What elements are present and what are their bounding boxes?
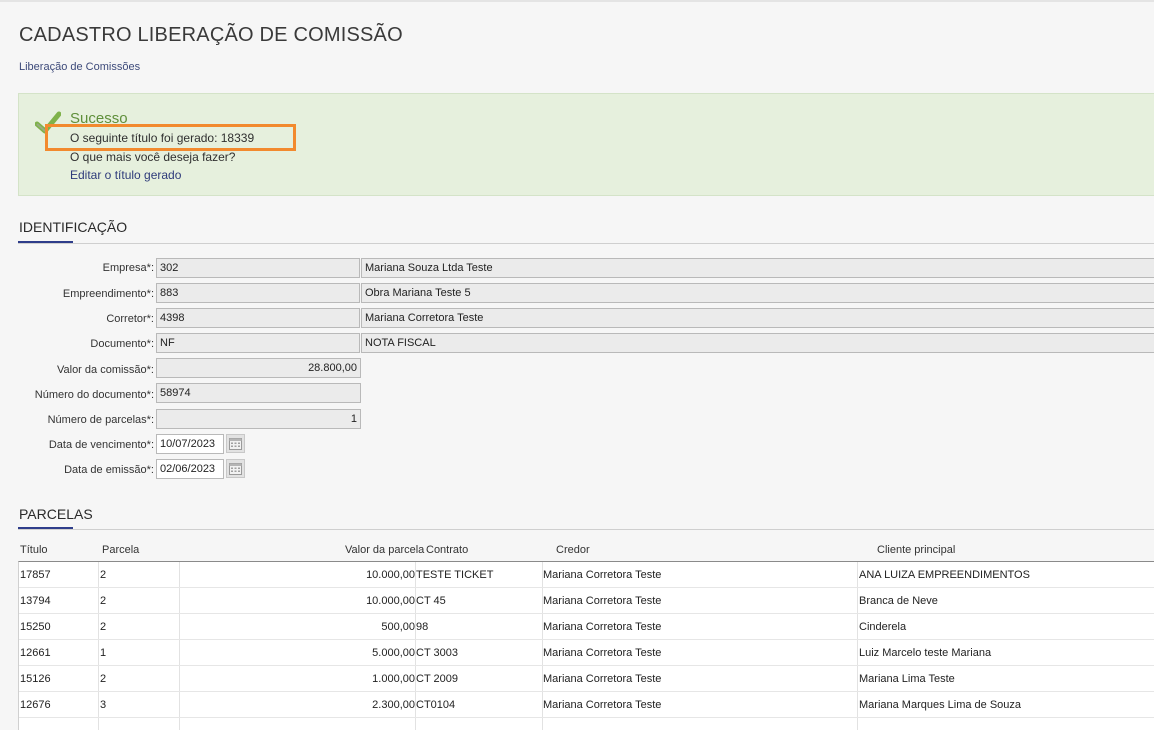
cell-parcela: 1 [100, 647, 107, 659]
column-header-parcela[interactable]: Parcela [102, 544, 139, 556]
page-title: CADASTRO LIBERAÇÃO DE COMISSÃO [19, 24, 403, 46]
alert-question: O que mais você deseja fazer? [70, 150, 236, 164]
data-emissao-field[interactable]: 02/06/2023 [156, 459, 224, 479]
parcelas-grid: 17857 2 10.000,00 TESTE TICKET Mariana C… [18, 561, 1154, 730]
section-title-identificacao: IDENTIFICAÇÃO [19, 219, 128, 235]
column-header-titulo[interactable]: Título [20, 544, 48, 556]
table-row[interactable]: 15126 2 1.000,00 CT 2009 Mariana Correto… [19, 666, 1154, 692]
cell-valor: 10.000,00 [366, 595, 415, 607]
column-header-cliente[interactable]: Cliente principal [877, 544, 955, 556]
section-title-parcelas: PARCELAS [19, 506, 93, 522]
data-emissao-label: Data de emissão*: [64, 464, 154, 476]
cell-valor: 500,00 [381, 621, 415, 633]
edit-title-link[interactable]: Editar o título gerado [70, 168, 181, 182]
cell-credor: Mariana Corretora Teste [543, 673, 662, 685]
cell-titulo: 12661 [20, 647, 51, 659]
corretor-label: Corretor*: [106, 313, 154, 325]
cell-credor: Mariana Corretora Teste [543, 647, 662, 659]
documento-code-field[interactable]: NF [156, 333, 360, 353]
documento-label: Documento*: [90, 338, 154, 350]
table-row[interactable]: 17857 2 10.000,00 TESTE TICKET Mariana C… [19, 562, 1154, 588]
cell-cliente: Cinderela [859, 621, 907, 633]
breadcrumb[interactable]: Liberação de Comissões [19, 61, 140, 73]
table-row[interactable]: 13794 2 10.000,00 CT 45 Mariana Corretor… [19, 588, 1154, 614]
table-row[interactable]: 15250 2 500,00 98 Mariana Corretora Test… [19, 614, 1154, 640]
cell-valor: 1.000,00 [372, 673, 415, 685]
valor-comissao-label: Valor da comissão*: [56, 364, 154, 376]
highlight-box [45, 124, 296, 151]
cell-contrato: 98 [416, 621, 429, 633]
cell-contrato: CT 2009 [416, 673, 458, 685]
section-divider [18, 529, 1154, 530]
empresa-desc-field[interactable]: Mariana Souza Ltda Teste [361, 258, 1154, 278]
cell-credor: Mariana Corretora Teste [543, 569, 662, 581]
empreendimento-label: Empreendimento*: [62, 288, 154, 300]
empresa-code-field[interactable]: 302 [156, 258, 360, 278]
cell-contrato: CT 3003 [416, 647, 458, 659]
empreendimento-desc-field[interactable]: Obra Mariana Teste 5 [361, 283, 1154, 303]
documento-desc-field[interactable]: NOTA FISCAL [361, 333, 1154, 353]
table-row[interactable]: 12661 1 5.000,00 CT 3003 Mariana Correto… [19, 640, 1154, 666]
numero-parcelas-label: Número de parcelas*: [47, 414, 154, 426]
cell-cliente: Branca de Neve [859, 595, 938, 607]
valor-comissao-field[interactable]: 28.800,00 [156, 358, 361, 378]
cell-cliente: Luiz Marcelo teste Mariana [859, 647, 992, 659]
column-header-credor[interactable]: Credor [556, 544, 590, 556]
cell-cliente: Mariana Marques Lima de Souza [859, 699, 1022, 711]
cell-titulo: 12676 [20, 699, 51, 711]
success-alert: Sucesso O seguinte título foi gerado: 18… [18, 93, 1154, 196]
column-header-valor[interactable]: Valor da parcela [345, 544, 424, 556]
grid-header: Título Parcela Valor da parcela Contrato… [18, 544, 1154, 562]
empresa-label: Empresa*: [102, 262, 154, 274]
section-divider [18, 243, 1154, 244]
numero-documento-field[interactable]: 58974 [156, 383, 361, 403]
calendar-icon[interactable] [226, 434, 245, 453]
empreendimento-code-field[interactable]: 883 [156, 283, 360, 303]
cell-parcela: 2 [100, 673, 107, 685]
table-row[interactable]: 12676 3 2.300,00 CT0104 Mariana Corretor… [19, 692, 1154, 718]
data-vencimento-label: Data de vencimento*: [48, 439, 154, 451]
cell-parcela: 2 [100, 569, 107, 581]
cell-cliente: Mariana Lima Teste [859, 673, 955, 685]
numero-parcelas-field[interactable]: 1 [156, 409, 361, 429]
cell-titulo: 15126 [20, 673, 51, 685]
cell-cliente: ANA LUIZA EMPREENDIMENTOS [859, 569, 1030, 581]
cell-valor: 2.300,00 [372, 699, 415, 711]
cell-contrato: TESTE TICKET [416, 569, 494, 581]
cell-titulo: 15250 [20, 621, 51, 633]
cell-credor: Mariana Corretora Teste [543, 595, 662, 607]
calendar-icon[interactable] [226, 459, 245, 478]
corretor-desc-field[interactable]: Mariana Corretora Teste [361, 308, 1154, 328]
top-border [0, 0, 1154, 2]
cell-contrato: CT0104 [416, 699, 456, 711]
cell-parcela: 2 [100, 621, 107, 633]
corretor-code-field[interactable]: 4398 [156, 308, 360, 328]
cell-parcela: 2 [100, 595, 107, 607]
numero-documento-label: Número do documento*: [34, 389, 154, 401]
column-header-contrato[interactable]: Contrato [426, 544, 468, 556]
cell-titulo: 17857 [20, 569, 51, 581]
cell-credor: Mariana Corretora Teste [543, 699, 662, 711]
cell-titulo: 13794 [20, 595, 51, 607]
cell-credor: Mariana Corretora Teste [543, 621, 662, 633]
cell-parcela: 3 [100, 699, 107, 711]
cell-contrato: CT 45 [416, 595, 446, 607]
data-vencimento-field[interactable]: 10/07/2023 [156, 434, 224, 454]
cell-valor: 10.000,00 [366, 569, 415, 581]
cell-valor: 5.000,00 [372, 647, 415, 659]
